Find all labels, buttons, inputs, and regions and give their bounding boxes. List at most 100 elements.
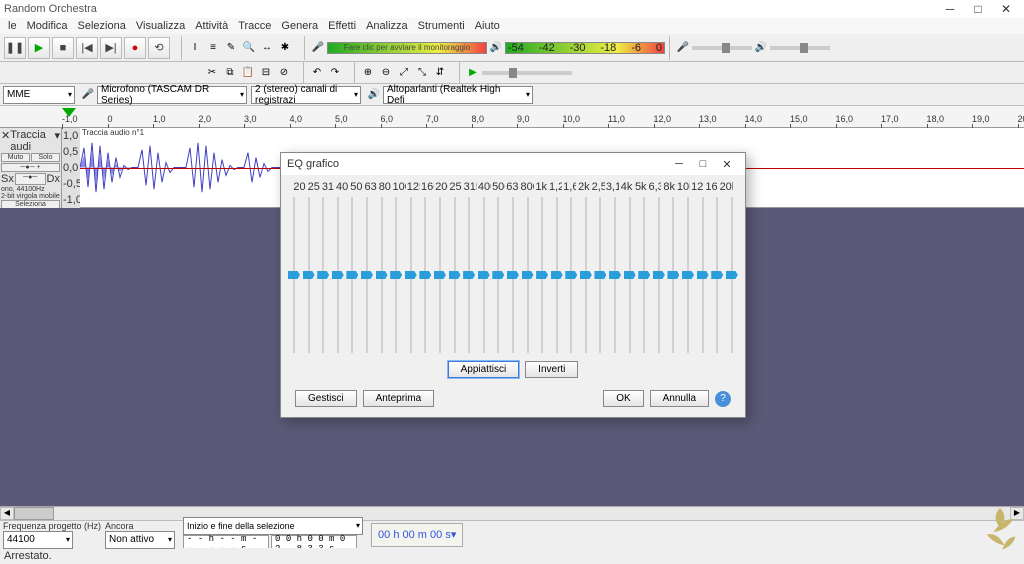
- eq-slider-thumb[interactable]: [594, 271, 606, 279]
- channels-select[interactable]: 2 (stereo) canali di registrazi: [251, 86, 361, 104]
- pause-button[interactable]: ❚❚: [4, 37, 26, 59]
- playback-speed-slider[interactable]: [482, 71, 572, 75]
- maximize-button[interactable]: □: [964, 2, 992, 16]
- stop-button[interactable]: ■: [52, 37, 74, 59]
- eq-slider-thumb[interactable]: [653, 271, 665, 279]
- eq-slider[interactable]: [585, 197, 587, 353]
- silence-icon[interactable]: ⊘: [276, 65, 292, 81]
- cancel-button[interactable]: Annulla: [650, 390, 709, 407]
- play-at-speed-button[interactable]: ▶: [465, 65, 481, 81]
- menu-item[interactable]: Visualizza: [131, 20, 190, 32]
- eq-slider[interactable]: [454, 197, 456, 353]
- eq-slider[interactable]: [424, 197, 426, 353]
- eq-slider-thumb[interactable]: [303, 271, 315, 279]
- playback-meter[interactable]: -54-42-30 -18-60: [505, 42, 665, 54]
- eq-slider[interactable]: [468, 197, 470, 353]
- manage-button[interactable]: Gestisci: [295, 390, 357, 407]
- eq-slider[interactable]: [512, 197, 514, 353]
- gain-slider[interactable]: ─●─ +: [1, 163, 60, 172]
- cut-icon[interactable]: ✂: [204, 65, 220, 81]
- eq-slider[interactable]: [337, 197, 339, 353]
- eq-slider[interactable]: [351, 197, 353, 353]
- eq-slider[interactable]: [556, 197, 558, 353]
- horizontal-scrollbar[interactable]: ◀ ▶: [0, 506, 1024, 520]
- eq-slider-thumb[interactable]: [449, 271, 461, 279]
- eq-slider-thumb[interactable]: [551, 271, 563, 279]
- zoom-in-icon[interactable]: ⊕: [360, 65, 376, 81]
- mute-button[interactable]: Muto: [1, 153, 30, 162]
- eq-slider-thumb[interactable]: [361, 271, 373, 279]
- eq-slider[interactable]: [599, 197, 601, 353]
- menu-item[interactable]: Genera: [276, 20, 323, 32]
- playback-device-select[interactable]: Altoparlanti (Realtek High Defi: [383, 86, 533, 104]
- menu-item[interactable]: Analizza: [361, 20, 413, 32]
- eq-slider[interactable]: [570, 197, 572, 353]
- eq-slider[interactable]: [731, 197, 733, 353]
- zoom-fit-icon[interactable]: ⤡: [414, 65, 430, 81]
- eq-slider[interactable]: [716, 197, 718, 353]
- zoom-out-icon[interactable]: ⊖: [378, 65, 394, 81]
- eq-slider-thumb[interactable]: [711, 271, 723, 279]
- help-icon[interactable]: ?: [715, 391, 731, 407]
- menu-item[interactable]: Aiuto: [470, 20, 505, 32]
- select-tool-icon[interactable]: I: [187, 40, 203, 56]
- dialog-title-bar[interactable]: EQ grafico ─ □ ✕: [281, 153, 745, 175]
- menu-item[interactable]: le: [3, 20, 22, 32]
- menu-item[interactable]: Tracce: [233, 20, 276, 32]
- record-meter[interactable]: Fare clic per avviare il monitoraggio: [327, 42, 487, 54]
- eq-slider-thumb[interactable]: [624, 271, 636, 279]
- play-volume-slider[interactable]: [770, 46, 830, 50]
- record-device-select[interactable]: Microfono (TASCAM DR Series): [97, 86, 247, 104]
- project-rate-select[interactable]: 44100: [3, 531, 73, 549]
- loop-button[interactable]: ⟲: [148, 37, 170, 59]
- eq-slider-thumb[interactable]: [390, 271, 402, 279]
- eq-slider[interactable]: [308, 197, 310, 353]
- eq-slider[interactable]: [410, 197, 412, 353]
- snap-select[interactable]: Non attivo: [105, 531, 175, 549]
- zoom-tool-icon[interactable]: 🔍: [241, 40, 257, 56]
- dialog-maximize-button[interactable]: □: [691, 158, 715, 170]
- eq-slider-thumb[interactable]: [536, 271, 548, 279]
- zoom-toggle-icon[interactable]: ⇵: [432, 65, 448, 81]
- eq-slider-thumb[interactable]: [565, 271, 577, 279]
- eq-slider-thumb[interactable]: [492, 271, 504, 279]
- record-button[interactable]: ●: [124, 37, 146, 59]
- scroll-left-button[interactable]: ◀: [0, 507, 14, 520]
- eq-slider[interactable]: [322, 197, 324, 353]
- menu-item[interactable]: Strumenti: [413, 20, 470, 32]
- dialog-close-button[interactable]: ✕: [715, 158, 739, 171]
- eq-slider[interactable]: [643, 197, 645, 353]
- eq-slider-thumb[interactable]: [682, 271, 694, 279]
- eq-slider-thumb[interactable]: [697, 271, 709, 279]
- eq-slider[interactable]: [672, 197, 674, 353]
- eq-slider-thumb[interactable]: [609, 271, 621, 279]
- eq-slider-thumb[interactable]: [376, 271, 388, 279]
- menu-item[interactable]: Modifica: [22, 20, 73, 32]
- eq-slider-thumb[interactable]: [405, 271, 417, 279]
- preview-button[interactable]: Anteprima: [363, 390, 435, 407]
- close-button[interactable]: ✕: [992, 2, 1020, 16]
- menu-item[interactable]: Effetti: [323, 20, 361, 32]
- trim-icon[interactable]: ⊟: [258, 65, 274, 81]
- eq-slider[interactable]: [497, 197, 499, 353]
- pan-slider[interactable]: ─●─: [15, 173, 46, 185]
- eq-slider[interactable]: [687, 197, 689, 353]
- skip-start-button[interactable]: |◀: [76, 37, 98, 59]
- undo-icon[interactable]: ↶: [309, 65, 325, 81]
- eq-slider-thumb[interactable]: [288, 271, 300, 279]
- eq-slider-thumb[interactable]: [332, 271, 344, 279]
- eq-slider[interactable]: [395, 197, 397, 353]
- eq-slider[interactable]: [541, 197, 543, 353]
- eq-slider-thumb[interactable]: [463, 271, 475, 279]
- eq-slider[interactable]: [366, 197, 368, 353]
- timeline-ruler[interactable]: -1,001,02,03,04,05,06,07,08,09,010,011,0…: [0, 106, 1024, 128]
- eq-slider-thumb[interactable]: [419, 271, 431, 279]
- eq-slider[interactable]: [527, 197, 529, 353]
- selection-type-select[interactable]: Inizio e fine della selezione: [183, 517, 363, 535]
- timeshift-tool-icon[interactable]: ↔: [259, 40, 275, 56]
- menu-item[interactable]: Seleziona: [73, 20, 131, 32]
- eq-slider[interactable]: [439, 197, 441, 353]
- eq-slider[interactable]: [702, 197, 704, 353]
- eq-slider-thumb[interactable]: [726, 271, 738, 279]
- zoom-sel-icon[interactable]: ⤢: [396, 65, 412, 81]
